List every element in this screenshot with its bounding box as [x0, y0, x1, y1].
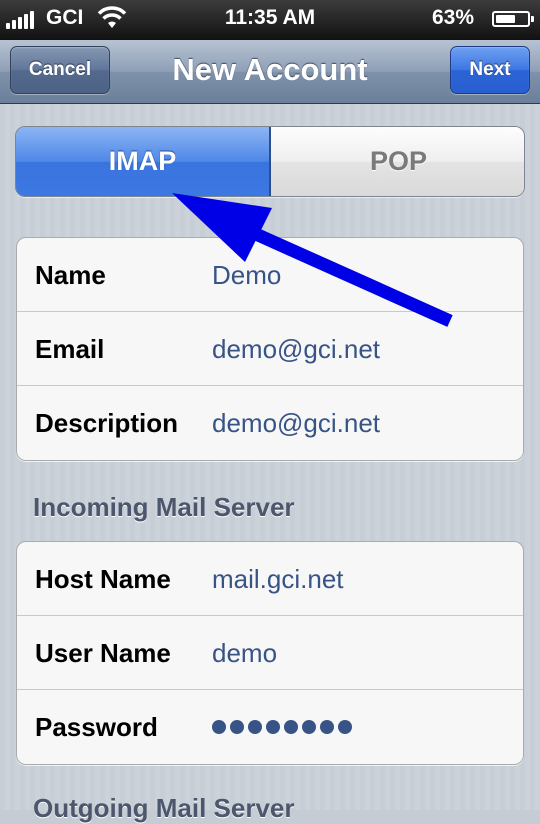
- password-dot: [212, 720, 226, 734]
- password-field[interactable]: [212, 690, 356, 764]
- account-info-group: Name Demo Email demo@gci.net Description…: [16, 237, 524, 461]
- host-name-label: Host Name: [35, 564, 171, 594]
- user-name-label: User Name: [35, 638, 171, 668]
- name-field[interactable]: Demo: [212, 238, 281, 312]
- incoming-server-group: Host Name mail.gci.net User Name demo Pa…: [16, 541, 524, 765]
- incoming-mail-server-header: Incoming Mail Server: [33, 492, 295, 522]
- navigation-bar: Cancel New Account Next: [0, 40, 540, 104]
- name-row[interactable]: Name Demo: [17, 238, 523, 312]
- account-type-segmented-control: IMAP POP: [15, 126, 525, 197]
- host-name-row[interactable]: Host Name mail.gci.net: [17, 542, 523, 616]
- password-dot: [266, 720, 280, 734]
- description-field[interactable]: demo@gci.net: [212, 386, 380, 460]
- page-title: New Account: [172, 52, 368, 87]
- outgoing-mail-server-header: Outgoing Mail Server: [33, 793, 295, 823]
- segment-imap[interactable]: IMAP: [16, 127, 271, 196]
- description-label: Description: [35, 408, 179, 438]
- name-label: Name: [35, 260, 106, 290]
- password-row[interactable]: Password: [17, 690, 523, 764]
- password-dot: [248, 720, 262, 734]
- password-dot: [338, 720, 352, 734]
- email-row[interactable]: Email demo@gci.net: [17, 312, 523, 386]
- battery-icon: [492, 11, 534, 27]
- user-name-field[interactable]: demo: [212, 616, 277, 690]
- user-name-row[interactable]: User Name demo: [17, 616, 523, 690]
- email-field[interactable]: demo@gci.net: [212, 312, 380, 386]
- battery-fill: [496, 15, 515, 23]
- description-row[interactable]: Description demo@gci.net: [17, 386, 523, 460]
- password-label: Password: [35, 712, 158, 742]
- password-dot: [320, 720, 334, 734]
- status-bar: GCI 11:35 AM 63%: [0, 0, 540, 40]
- password-dot: [284, 720, 298, 734]
- password-dot: [230, 720, 244, 734]
- segment-pop[interactable]: POP: [271, 127, 524, 196]
- battery-percentage: 63%: [431, 6, 474, 29]
- password-dot: [302, 720, 316, 734]
- email-label: Email: [35, 334, 105, 364]
- host-name-field[interactable]: mail.gci.net: [212, 542, 344, 616]
- next-button[interactable]: Next: [450, 46, 530, 94]
- cancel-button[interactable]: Cancel: [10, 46, 110, 94]
